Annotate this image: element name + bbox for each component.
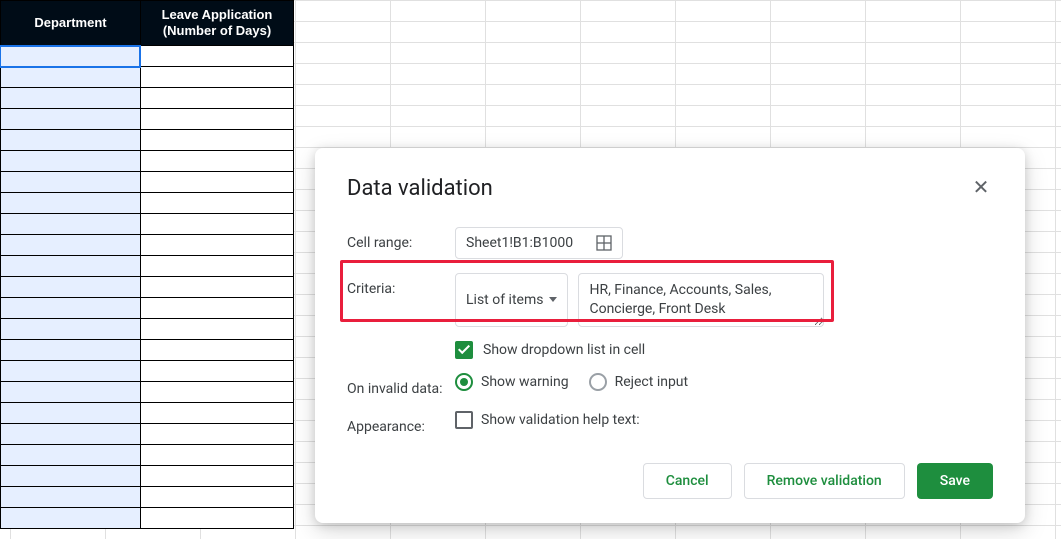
criteria-type-label: List of items: [466, 292, 543, 308]
cell[interactable]: [140, 508, 294, 529]
cell[interactable]: [0, 340, 140, 361]
cell[interactable]: [140, 67, 294, 88]
column-leave-app: Leave Application (Number of Days): [140, 0, 294, 529]
cell[interactable]: [0, 67, 140, 88]
criteria-items-input[interactable]: [578, 273, 824, 327]
radio-show-warning-indicator: [455, 373, 473, 391]
cell[interactable]: [0, 46, 140, 67]
cell[interactable]: [140, 109, 294, 130]
cell[interactable]: [140, 361, 294, 382]
radio-show-warning[interactable]: Show warning: [455, 373, 569, 391]
cell[interactable]: [0, 88, 140, 109]
radio-reject-input-indicator: [589, 373, 607, 391]
data-columns: Department Leave Application (Number of …: [0, 0, 294, 529]
dialog-footer: Cancel Remove validation Save: [347, 463, 993, 499]
show-dropdown-label: Show dropdown list in cell: [483, 342, 645, 358]
select-range-icon[interactable]: [596, 235, 612, 251]
cell[interactable]: [0, 109, 140, 130]
cell[interactable]: [0, 172, 140, 193]
header-department: Department: [0, 0, 140, 46]
cell-range-value: Sheet1!B1:B1000: [466, 235, 573, 251]
data-validation-dialog: Data validation ✕ Cell range: Sheet1!B1:…: [315, 148, 1025, 523]
cell[interactable]: [140, 403, 294, 424]
remove-validation-button[interactable]: Remove validation: [744, 463, 905, 499]
appearance-label: Appearance:: [347, 411, 455, 435]
cell[interactable]: [140, 214, 294, 235]
cell[interactable]: [0, 256, 140, 277]
dialog-header: Data validation ✕: [347, 176, 993, 201]
cell[interactable]: [0, 403, 140, 424]
cell[interactable]: [140, 235, 294, 256]
cell[interactable]: [0, 298, 140, 319]
cell[interactable]: [0, 466, 140, 487]
help-text-checkbox[interactable]: [455, 411, 473, 429]
cell[interactable]: [140, 172, 294, 193]
radio-reject-input[interactable]: Reject input: [589, 373, 689, 391]
radio-show-warning-label: Show warning: [481, 374, 569, 390]
cell[interactable]: [140, 340, 294, 361]
on-invalid-label: On invalid data:: [347, 373, 455, 397]
cancel-button[interactable]: Cancel: [643, 463, 732, 499]
cell[interactable]: [140, 487, 294, 508]
cell-range-row: Cell range: Sheet1!B1:B1000: [347, 227, 993, 259]
show-dropdown-checkbox[interactable]: [455, 341, 473, 359]
cell[interactable]: [140, 277, 294, 298]
cell[interactable]: [140, 256, 294, 277]
radio-reject-input-label: Reject input: [615, 374, 689, 390]
criteria-row: Criteria: List of items: [347, 273, 993, 327]
cell[interactable]: [0, 382, 140, 403]
cell[interactable]: [0, 319, 140, 340]
show-dropdown-row[interactable]: Show dropdown list in cell: [455, 341, 993, 359]
cell[interactable]: [140, 130, 294, 151]
cell[interactable]: [0, 151, 140, 172]
column-department: Department: [0, 0, 140, 529]
criteria-label: Criteria:: [347, 273, 455, 297]
cell[interactable]: [140, 382, 294, 403]
cell[interactable]: [140, 298, 294, 319]
close-icon[interactable]: ✕: [969, 176, 993, 200]
cell[interactable]: [140, 319, 294, 340]
cell[interactable]: [140, 424, 294, 445]
cell[interactable]: [140, 46, 294, 67]
cell[interactable]: [0, 445, 140, 466]
cell[interactable]: [0, 235, 140, 256]
chevron-down-icon: [549, 297, 557, 302]
cell[interactable]: [0, 361, 140, 382]
cell[interactable]: [140, 88, 294, 109]
cell[interactable]: [0, 214, 140, 235]
cell[interactable]: [140, 193, 294, 214]
cell[interactable]: [0, 130, 140, 151]
on-invalid-row: On invalid data: Show warning Reject inp…: [347, 373, 993, 397]
cell[interactable]: [140, 445, 294, 466]
save-button[interactable]: Save: [917, 463, 993, 499]
cell-range-label: Cell range:: [347, 227, 455, 251]
help-text-label: Show validation help text:: [481, 412, 640, 428]
appearance-row: Appearance: Show validation help text:: [347, 411, 993, 435]
help-text-option[interactable]: Show validation help text:: [455, 411, 640, 429]
cell-range-input[interactable]: Sheet1!B1:B1000: [455, 227, 623, 259]
criteria-type-select[interactable]: List of items: [455, 273, 568, 327]
cell[interactable]: [0, 424, 140, 445]
cell[interactable]: [0, 508, 140, 529]
dialog-title: Data validation: [347, 176, 493, 201]
cell[interactable]: [0, 277, 140, 298]
cell[interactable]: [140, 466, 294, 487]
cell[interactable]: [140, 151, 294, 172]
cell[interactable]: [0, 487, 140, 508]
header-leave-app: Leave Application (Number of Days): [140, 0, 294, 46]
cell[interactable]: [0, 193, 140, 214]
